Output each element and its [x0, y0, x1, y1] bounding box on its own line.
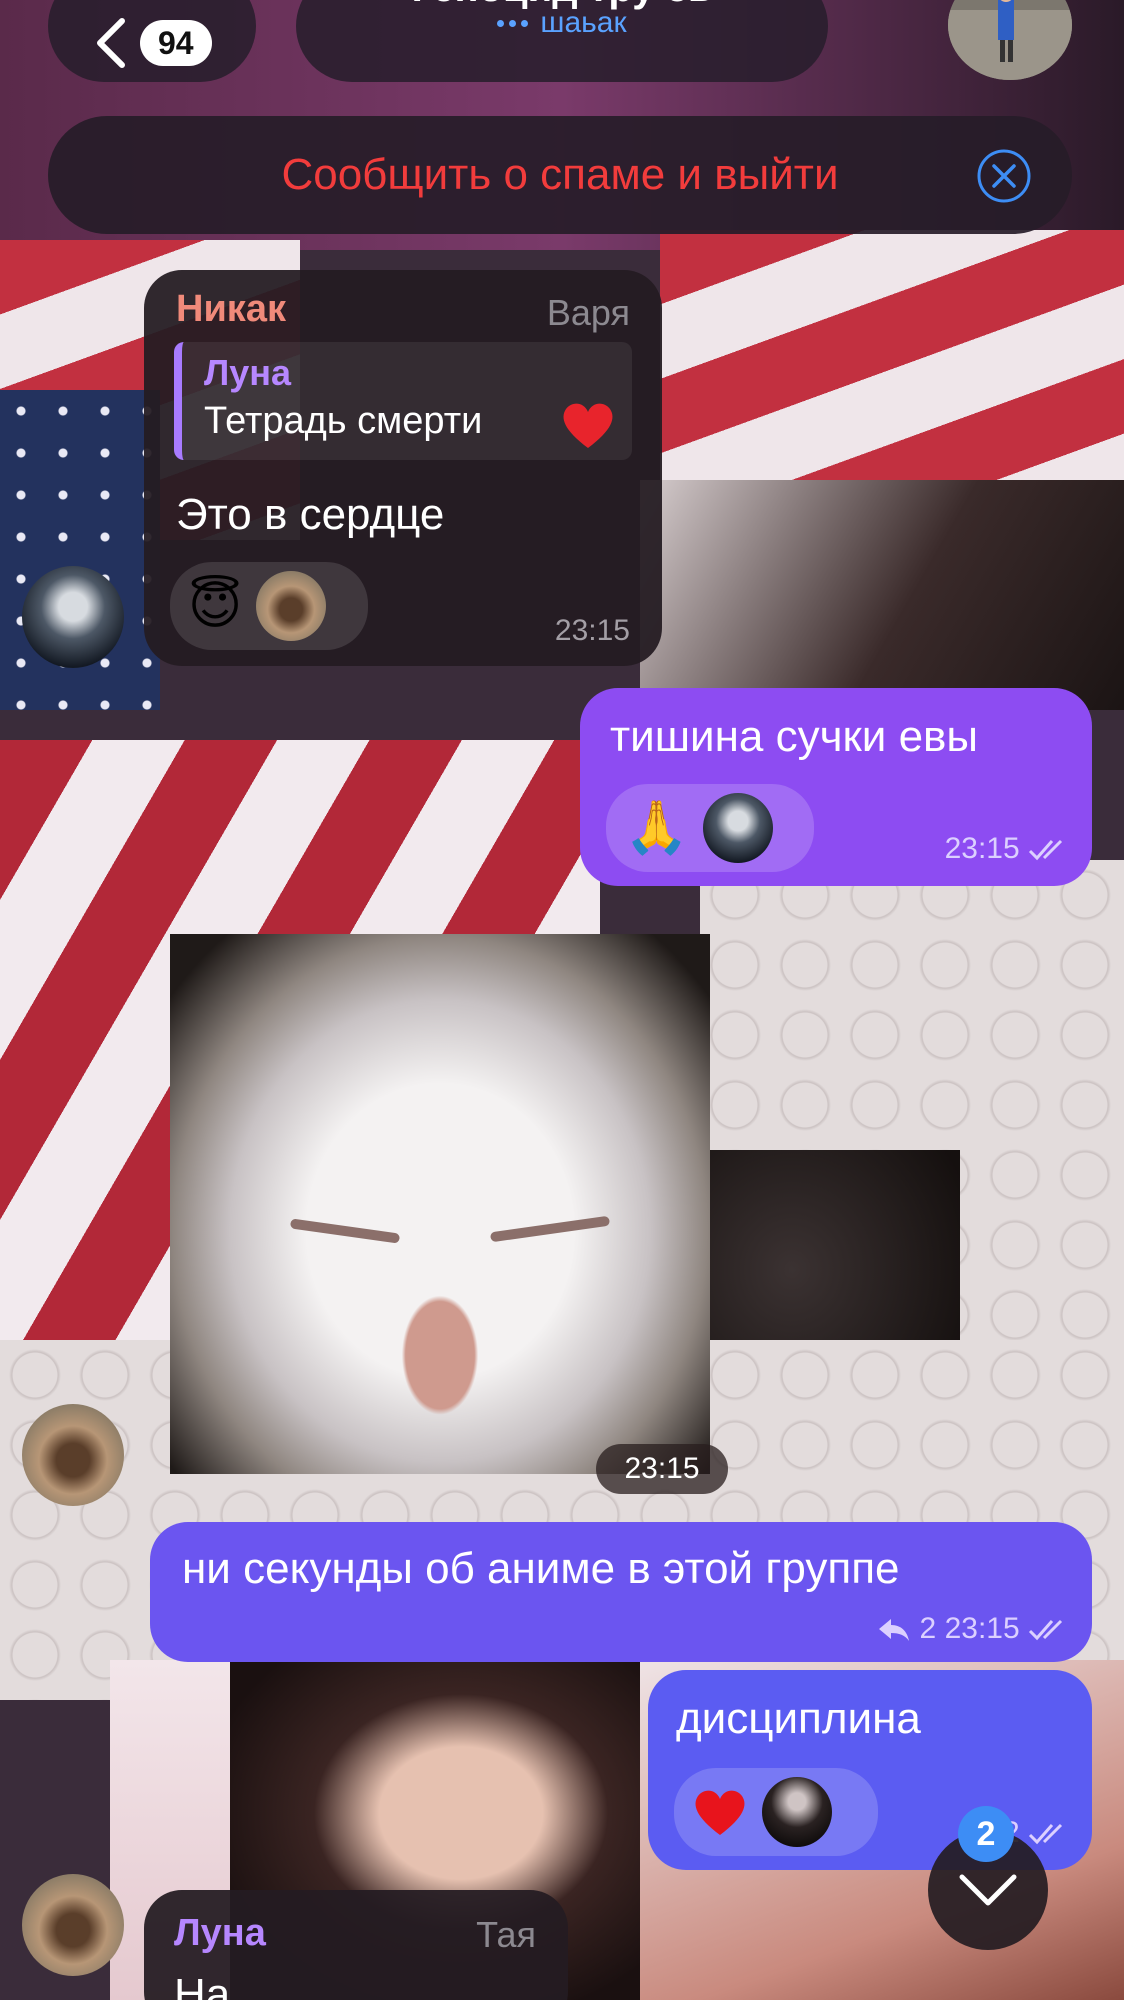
photo-time: 23:15 [596, 1444, 728, 1494]
read-checks-icon [1028, 1824, 1063, 1845]
message-text: На [174, 1970, 231, 2000]
reply-sender: Луна [204, 352, 292, 393]
photo-message[interactable] [170, 934, 710, 1474]
sender-role: Варя [546, 292, 630, 333]
unread-counter: 94 [140, 20, 212, 66]
reply-quote[interactable]: Луна Тетрадь смерти [174, 342, 632, 460]
sender-avatar[interactable] [22, 1404, 124, 1506]
read-checks-icon [1028, 840, 1063, 861]
back-button[interactable]: 94 [48, 0, 256, 82]
message-time: 23:15 [554, 614, 630, 647]
typing-status: шаьак [540, 6, 627, 39]
unread-badge: 2 [958, 1806, 1014, 1862]
replies-count[interactable]: 2 [920, 1612, 937, 1645]
photo-detail [489, 1215, 611, 1243]
chat-subtitle: шаьак [296, 6, 828, 40]
message-bubble[interactable]: тишина сучки евы 🙏 23:15 [580, 688, 1092, 886]
message-text: ни секунды об аниме в этой группе [182, 1544, 900, 1593]
back-chevron-icon [97, 18, 125, 68]
sender-name[interactable]: Никак [176, 288, 286, 331]
message-text: дисциплина [676, 1694, 921, 1743]
sender-avatar[interactable] [22, 1874, 124, 1976]
message-bubble[interactable]: Луна Тая На [144, 1890, 568, 2000]
report-spam-label: Сообщить о спаме и выйти [281, 150, 839, 199]
read-checks-icon [1028, 1620, 1063, 1641]
message-bubble[interactable]: дисциплина 2 [648, 1670, 1092, 1870]
photo-detail [289, 1218, 401, 1244]
reactions[interactable]: 🙏 [606, 784, 814, 872]
message-bubble[interactable]: ни секунды об аниме в этой группе 2 23:1… [150, 1522, 1092, 1662]
message-meta: 2 23:15 [877, 1612, 1072, 1646]
typing-indicator-icon [497, 19, 529, 27]
sender-avatar[interactable] [22, 566, 124, 668]
reactions[interactable] [674, 1768, 878, 1856]
chevron-down-icon [959, 1874, 1017, 1906]
message-text: Это в сердце [176, 490, 445, 539]
reply-arrow-icon [879, 1619, 910, 1642]
report-spam-bar[interactable]: Сообщить о спаме и выйти [48, 116, 1072, 234]
message-text: тишина сучки евы [610, 712, 979, 761]
message-bubble[interactable]: Никак Варя Луна Тетрадь смерти Это в сер… [144, 270, 662, 666]
heart-icon [563, 403, 613, 448]
message-time: 23:15 [945, 832, 1072, 866]
close-circle-icon[interactable] [976, 148, 1032, 204]
reaction-emoji[interactable]: 😇 [188, 576, 242, 636]
reactions[interactable]: 😇 [170, 562, 368, 650]
reply-text: Тетрадь смерти [204, 400, 483, 442]
chat-title-button[interactable]: Геноцид тру ев шаьак [296, 0, 828, 82]
message-time: 23:15 [944, 1612, 1020, 1645]
reaction-avatar [702, 793, 773, 863]
heart-icon[interactable] [692, 1787, 748, 1837]
reaction-avatar [762, 1777, 832, 1847]
reaction-emoji[interactable]: 🙏 [624, 798, 689, 858]
reaction-avatar [256, 571, 327, 641]
sender-role: Тая [476, 1914, 536, 1955]
sender-name[interactable]: Луна [174, 1912, 266, 1955]
